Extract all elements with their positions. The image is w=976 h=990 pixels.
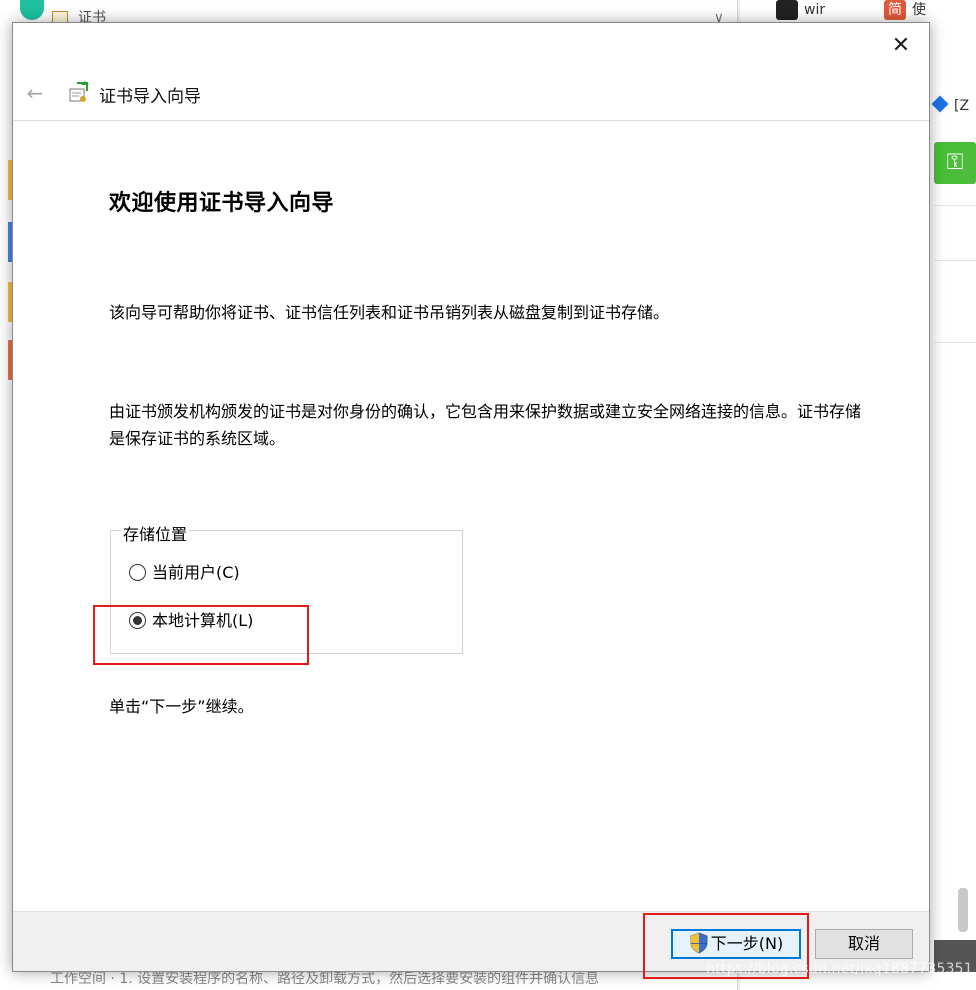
radio-current-user[interactable]: 当前用户(C)	[129, 563, 240, 583]
money-bag-icon	[776, 0, 798, 20]
page-heading: 欢迎使用证书导入向导	[109, 191, 335, 216]
divider	[934, 205, 976, 206]
divider	[934, 342, 976, 343]
background-right-item[interactable]: [Z	[931, 95, 970, 114]
description-text: 该向导可帮助你将证书、证书信任列表和证书吊销列表从磁盘复制到证书存储。	[109, 303, 670, 322]
background-right-tab-label: wir	[804, 2, 826, 18]
background-right-item-label: [Z	[954, 98, 970, 114]
diamond-icon	[931, 95, 949, 113]
wizard-nav-bar: ← 证书导入向导	[13, 71, 929, 121]
highlight-box-local-machine	[93, 605, 309, 665]
divider	[934, 260, 976, 261]
certificate-wizard-icon	[69, 81, 89, 102]
watermark-text: https://blog.csdn.net/lxq1887735351	[706, 961, 973, 977]
wizard-title: 证书导入向导	[99, 87, 201, 107]
continue-hint: 单击“下一步”继续。	[109, 697, 254, 716]
cancel-button[interactable]: 取消	[815, 929, 913, 959]
key-icon[interactable]: ⚿	[934, 142, 976, 184]
close-button[interactable]: ✕	[883, 31, 919, 61]
store-location-legend: 存储位置	[121, 521, 190, 545]
app-icon: 简	[884, 0, 906, 20]
background-right-tab[interactable]: 简使	[884, 0, 926, 24]
radio-label: 当前用户(C)	[152, 563, 240, 582]
scrollbar-thumb[interactable]	[958, 888, 968, 932]
certificate-import-wizard-dialog: ✕ ← 证书导入向导 欢迎使用证书导入向导 该向导可帮助你将证书、证书信任列表和…	[12, 22, 930, 979]
background-right-tab[interactable]: wir	[776, 0, 825, 24]
radio-button[interactable]	[129, 564, 146, 581]
background-right-tab-label: 使	[912, 2, 926, 18]
description-text: 由证书颁发机构颁发的证书是对你身份的确认，它包含用来保护数据或建立安全网络连接的…	[109, 402, 862, 448]
back-arrow-icon[interactable]: ←	[21, 79, 49, 107]
